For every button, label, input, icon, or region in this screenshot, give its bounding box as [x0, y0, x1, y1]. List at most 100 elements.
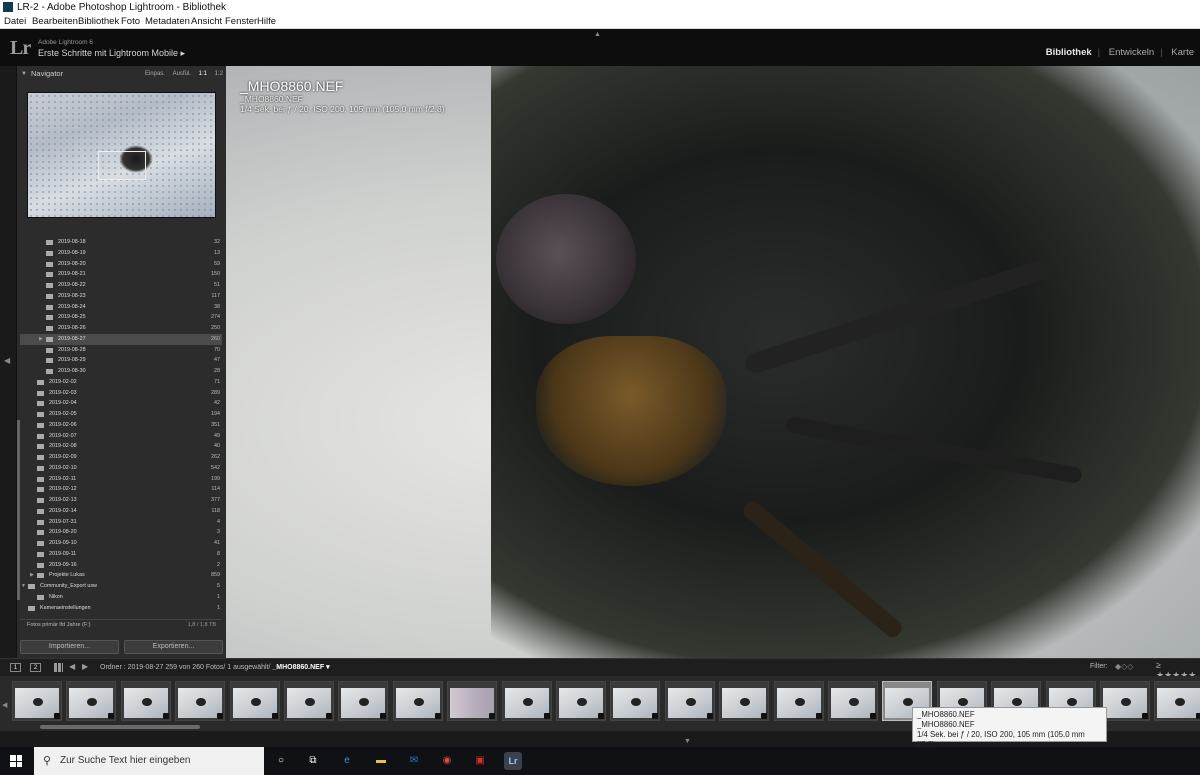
folder-row[interactable]: 2019-08-21 150 — [20, 269, 222, 280]
bottom-panel-toggle-icon[interactable]: ▼ — [684, 738, 691, 745]
folder-row[interactable]: ▼ Community_Export usw 5 — [20, 581, 222, 592]
filmstrip-thumbnail[interactable] — [828, 681, 878, 721]
filmstrip-thumbnail[interactable] — [773, 681, 824, 721]
folder-row[interactable]: 2019-02-10 542 — [20, 463, 222, 474]
folder-row[interactable]: 2019-08-19 13 — [20, 248, 222, 259]
filmstrip-left-icon[interactable]: ◀ — [2, 701, 7, 709]
task-view-icon[interactable]: ⧉ — [304, 752, 322, 770]
filmstrip-thumbnail[interactable] — [664, 681, 715, 721]
folder-row[interactable]: 2019-09-11 8 — [20, 549, 222, 560]
module-bibliothek[interactable]: Bibliothek — [1046, 47, 1092, 58]
filmstrip-thumbnail[interactable] — [229, 681, 280, 721]
filmstrip-thumbnail[interactable] — [175, 681, 226, 721]
folder-row[interactable]: 2019-08-24 38 — [20, 302, 222, 313]
folder-row[interactable]: 2019-08-23 117 — [20, 291, 222, 302]
filmstrip-thumbnail[interactable] — [719, 681, 770, 721]
folder-disclosure-icon[interactable]: ▼ — [21, 581, 26, 592]
folder-row[interactable]: Kameraeinstellungen 1 — [20, 603, 222, 614]
primary-window-button[interactable]: 1 — [10, 663, 21, 672]
menu-datei[interactable]: Datei — [4, 15, 26, 29]
filmstrip-thumbnail[interactable] — [1100, 681, 1150, 721]
filmstrip-thumbnail[interactable] — [120, 681, 171, 721]
file-explorer-icon[interactable]: ▬ — [372, 752, 390, 770]
folder-row[interactable]: 2019-02-05 194 — [20, 409, 222, 420]
folder-row[interactable]: 2019-02-07 49 — [20, 431, 222, 442]
windows-start-icon[interactable] — [10, 755, 22, 767]
folder-disclosure-icon[interactable]: ▶ — [39, 334, 43, 345]
folder-row[interactable]: 2019-02-12 114 — [20, 484, 222, 495]
filmstrip-thumbnail[interactable] — [501, 681, 552, 721]
folder-row[interactable]: 2019-08-25 274 — [20, 312, 222, 323]
acrobat-icon[interactable]: ▣ — [471, 752, 489, 770]
module-karte[interactable]: Karte — [1171, 47, 1194, 58]
lightroom-mobile-link[interactable]: Erste Schritte mit Lightroom Mobile ▸ — [38, 48, 185, 59]
folder-row[interactable]: 2019-02-08 40 — [20, 441, 222, 452]
filmstrip-scrollbar[interactable] — [40, 725, 200, 729]
filmstrip-thumbnail[interactable] — [1154, 681, 1200, 721]
module-entwickeln[interactable]: Entwickeln — [1109, 47, 1154, 58]
zoom-fit[interactable]: Einpas. — [145, 71, 165, 77]
navigator-header[interactable]: ▼ Navigator Einpas. Ausfül. 1:1 1:2 — [21, 68, 223, 80]
menu-bibliothek[interactable]: Bibliothek — [78, 15, 119, 29]
filmstrip-thumbnail[interactable] — [284, 681, 334, 721]
folder-row[interactable]: 2019-08-29 47 — [20, 355, 222, 366]
filmstrip-thumbnail[interactable] — [447, 681, 498, 721]
folder-row[interactable]: 2019-08-18 32 — [20, 237, 222, 248]
folder-row[interactable]: Nikon 1 — [20, 592, 222, 603]
zoom-fill[interactable]: Ausfül. — [173, 71, 191, 77]
zoom-1-2[interactable]: 1:2 — [215, 71, 223, 77]
folder-row[interactable]: 2019-08-22 51 — [20, 280, 222, 291]
flag-filter-icon[interactable]: ◆◇◇ — [1115, 662, 1133, 671]
folder-row[interactable]: 2019-08-20 3 — [20, 527, 222, 538]
filmstrip-thumbnail[interactable] — [392, 681, 443, 721]
export-button[interactable]: Exportieren... — [124, 640, 223, 654]
filmstrip-thumbnail[interactable] — [556, 681, 606, 721]
folder-row[interactable]: ▶ 2019-08-27 260 — [20, 333, 222, 345]
outlook-icon[interactable]: ✉ — [405, 752, 423, 770]
folder-row[interactable]: 2019-02-06 351 — [20, 420, 222, 431]
folder-row[interactable]: 2019-09-16 2 — [20, 560, 222, 571]
left-panel-toggle-icon[interactable]: ◀ — [4, 356, 10, 365]
grid-view-icon[interactable] — [54, 663, 63, 672]
folder-row[interactable]: 2019-07-31 4 — [20, 517, 222, 528]
menu-metadaten[interactable]: Metadaten — [145, 15, 190, 29]
menu-hilfe[interactable]: Hilfe — [257, 15, 276, 29]
filmstrip-thumbnail[interactable] — [338, 681, 389, 721]
navigator-preview[interactable] — [27, 92, 216, 218]
folder-row[interactable]: 2019-02-03 289 — [20, 388, 222, 399]
cortana-icon[interactable]: ○ — [272, 752, 290, 770]
folder-row[interactable]: 2019-09-10 41 — [20, 538, 222, 549]
back-arrow-icon[interactable]: ◀ — [69, 662, 75, 671]
menu-fenster[interactable]: Fenster — [225, 15, 257, 29]
filmstrip-thumbnail[interactable] — [12, 681, 62, 721]
edge-icon[interactable]: e — [338, 752, 356, 770]
zoom-1-1[interactable]: 1:1 — [199, 71, 207, 77]
folder-row[interactable]: 2019-02-13 377 — [20, 495, 222, 506]
collapse-triangle-icon[interactable]: ▼ — [21, 68, 27, 80]
folder-row[interactable]: ▶ Projekte Lukas 859 — [20, 570, 222, 581]
folder-row[interactable]: 2019-08-30 28 — [20, 366, 222, 377]
navigator-zoom-box[interactable] — [98, 151, 146, 180]
chrome-icon[interactable]: ◉ — [438, 752, 456, 770]
menu-foto[interactable]: Foto — [121, 15, 140, 29]
import-button[interactable]: Importieren... — [20, 640, 119, 654]
folder-row[interactable]: 2019-08-28 70 — [20, 345, 222, 356]
folder-row[interactable]: 2019-02-09 262 — [20, 452, 222, 463]
folder-row[interactable]: 2019-08-20 59 — [20, 259, 222, 270]
filmstrip-thumbnail[interactable] — [610, 681, 661, 721]
folder-row[interactable]: 2019-02-14 118 — [20, 506, 222, 517]
folder-row[interactable]: 2019-08-26 250 — [20, 323, 222, 334]
filmstrip-thumbnail[interactable] — [66, 681, 117, 721]
drive-row[interactable]: Fotos primär lfd Jahre (F:) 1,8 / 1,8 TB — [20, 619, 222, 630]
top-panel-toggle-icon[interactable]: ▲ — [594, 31, 601, 38]
menu-bearbeiten[interactable]: Bearbeiten — [32, 15, 78, 29]
folder-row[interactable]: 2019-02-04 42 — [20, 398, 222, 409]
forward-arrow-icon[interactable]: ▶ — [82, 662, 88, 671]
menu-ansicht[interactable]: Ansicht — [191, 15, 222, 29]
lightroom-icon[interactable]: Lr — [504, 752, 522, 770]
secondary-window-button[interactable]: 2 — [30, 663, 41, 672]
loupe-view[interactable]: _MHO8860.NEF _MHO8860.NEF 1/4 Sek. bei ƒ… — [226, 66, 1200, 658]
folder-row[interactable]: 2019-02-02 71 — [20, 377, 222, 388]
source-breadcrumb[interactable]: Ordner : 2019-08-27 259 von 260 Fotos/ 1… — [100, 663, 330, 671]
folder-disclosure-icon[interactable]: ▶ — [30, 570, 34, 581]
